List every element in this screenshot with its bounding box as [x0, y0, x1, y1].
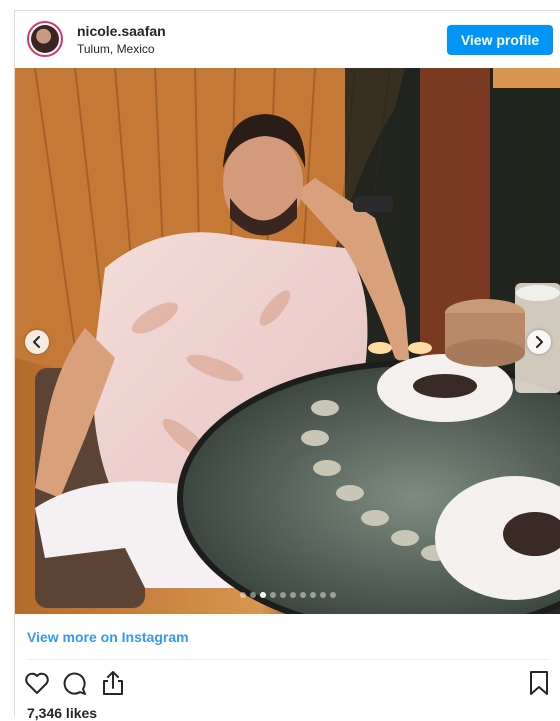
post-header: nicole.saafan Tulum, Mexico View profile [15, 11, 560, 67]
carousel-dot [330, 592, 336, 598]
comment-icon [63, 672, 86, 695]
avatar[interactable] [27, 21, 63, 57]
share-icon [103, 671, 123, 695]
carousel-dot [290, 592, 296, 598]
carousel-indicator [15, 592, 560, 600]
carousel-dot [240, 592, 246, 598]
heart-icon [25, 672, 49, 694]
carousel-dot [310, 592, 316, 598]
location-link[interactable]: Tulum, Mexico [77, 42, 155, 56]
photo-illustration [15, 68, 560, 614]
carousel-dot [250, 592, 256, 598]
carousel-next-button[interactable] [527, 330, 551, 354]
post-photo[interactable] [15, 68, 560, 614]
carousel-dot [300, 592, 306, 598]
instagram-embed-card: nicole.saafan Tulum, Mexico View profile [14, 10, 560, 721]
username-link[interactable]: nicole.saafan [77, 23, 166, 39]
carousel-dot [280, 592, 286, 598]
view-more-on-instagram-link[interactable]: View more on Instagram [27, 629, 189, 645]
action-bar [15, 667, 560, 701]
carousel-dot [260, 592, 266, 598]
carousel-dot [320, 592, 326, 598]
carousel-prev-button[interactable] [25, 330, 49, 354]
share-button[interactable] [99, 669, 129, 699]
divider [27, 659, 549, 660]
view-profile-button[interactable]: View profile [447, 25, 553, 55]
bookmark-icon [530, 671, 548, 695]
like-button[interactable] [23, 669, 53, 699]
likes-count[interactable]: 7,346 likes [27, 705, 97, 721]
carousel-dot [270, 592, 276, 598]
chevron-left-icon [33, 336, 40, 348]
comment-button[interactable] [60, 669, 90, 699]
chevron-right-icon [536, 336, 543, 348]
avatar-image [31, 25, 59, 53]
save-button[interactable] [525, 669, 555, 699]
